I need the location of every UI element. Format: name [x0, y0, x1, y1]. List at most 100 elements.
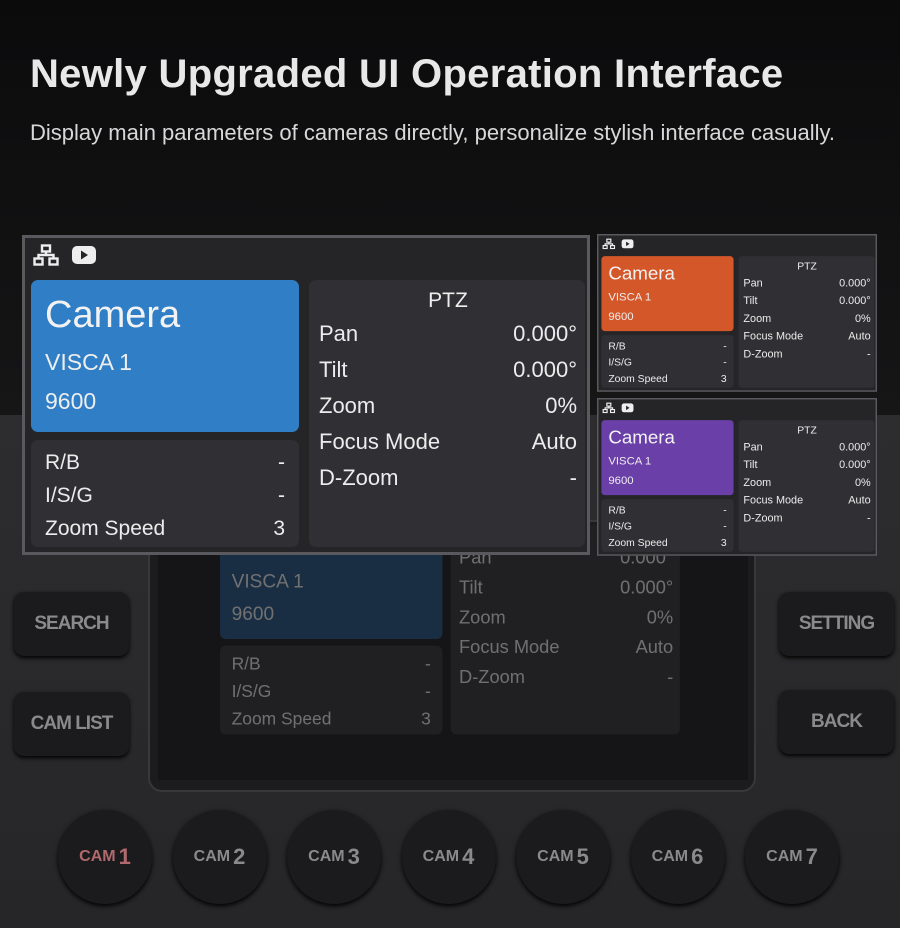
cam-5-button[interactable]: CAM 5 [516, 810, 610, 904]
ptz-row: Focus Mode Auto [743, 327, 870, 345]
ptz-title: PTZ [797, 260, 817, 272]
cam-number: 1 [118, 844, 131, 869]
page-title: Newly Upgraded UI Operation Interface [30, 52, 784, 96]
cam-6-button[interactable]: CAM 6 [630, 810, 725, 904]
ptz-value: Auto [848, 329, 871, 342]
camera-name: Camera [45, 294, 181, 336]
cam-4-button[interactable]: CAM 4 [401, 810, 496, 904]
cam-prefix: CAM [537, 848, 574, 865]
ptz-row: Zoom 0% [743, 309, 870, 327]
camera-name: Camera [608, 427, 675, 448]
ptz-value: 0% [646, 606, 674, 628]
param-value: - [723, 356, 727, 368]
camera-baud-rate: 9600 [45, 388, 97, 414]
ptz-value: 0.000° [513, 321, 577, 346]
param-label: R/B [231, 654, 261, 674]
cam-7-button[interactable]: CAM 7 [745, 810, 839, 904]
param-label: I/S/G [608, 520, 632, 532]
cam-3-button[interactable]: CAM 3 [287, 810, 381, 904]
ptz-value: - [667, 666, 674, 688]
param-row: R/B - [608, 338, 726, 354]
cam-list-button[interactable]: CAM LIST [14, 692, 129, 756]
ptz-box: PTZ Pan 0.000° Tilt 0.000° Zoom 0% Focus Mode Au… [738, 256, 875, 388]
ptz-value: Auto [531, 429, 577, 454]
param-value: - [723, 520, 727, 532]
device-screen: CameraVISCA 19600R/B-I/S/G-Zoom Speed3PT… [158, 525, 748, 780]
cam-number: 4 [462, 844, 475, 869]
setting-button[interactable]: SETTING [779, 592, 894, 656]
cam-prefix: CAM [308, 848, 345, 865]
param-value: - [723, 340, 727, 352]
ptz-row: D-Zoom - [743, 509, 870, 527]
camera-protocol: VISCA 1 [45, 349, 132, 375]
ptz-row: D-Zoom - [743, 345, 870, 363]
ptz-label: Tilt [743, 458, 758, 471]
camera-params-box: R/B - I/S/G - Zoom Speed 3 [601, 499, 734, 552]
param-value: - [723, 504, 727, 516]
ptz-label: Zoom [743, 475, 772, 489]
ptz-value: 0.000° [839, 276, 871, 289]
ptz-label: Focus Mode [459, 636, 560, 658]
network-icon [33, 243, 59, 271]
ptz-value: - [867, 511, 871, 524]
camera-params-box: R/B - I/S/G - Zoom Speed 3 [31, 440, 299, 547]
ptz-value: 0.000° [839, 458, 871, 471]
param-label: Zoom Speed [231, 709, 332, 729]
video-icon [621, 403, 634, 415]
page-subtitle: Display main parameters of cameras direc… [30, 120, 835, 145]
ptz-value: - [569, 465, 577, 490]
video-icon [71, 245, 97, 270]
camera-baud-rate: 9600 [608, 473, 634, 487]
camera-info-card[interactable]: Camera VISCA 1 9600 [31, 280, 299, 432]
ptz-label: Pan [743, 276, 763, 289]
param-label: Zoom Speed [608, 372, 668, 385]
cam-prefix: CAM [766, 848, 803, 865]
cam-prefix: CAM [193, 848, 231, 865]
param-value: 3 [421, 709, 431, 729]
param-row: I/S/G - [45, 479, 285, 512]
cam-1-button[interactable]: CAM 1 [58, 810, 152, 904]
param-label: I/S/G [608, 356, 632, 368]
ptz-label: Tilt [459, 576, 483, 598]
param-value: 3 [273, 516, 285, 540]
param-row: I/S/G - [608, 354, 726, 370]
camera-protocol: VISCA 1 [608, 290, 652, 304]
ptz-label: Zoom [319, 393, 376, 418]
param-label: R/B [608, 340, 626, 352]
camera-info-card[interactable]: Camera VISCA 1 9600 [601, 420, 734, 496]
param-row: Zoom Speed 3 [608, 535, 726, 551]
back-button[interactable]: BACK [779, 690, 894, 754]
ptz-value: 0.000° [513, 357, 577, 382]
ptz-label: Tilt [319, 357, 348, 382]
param-value: - [278, 450, 285, 474]
camera-params-box: R/B - I/S/G - Zoom Speed 3 [601, 335, 734, 388]
cam-prefix: CAM [422, 848, 460, 865]
camera-info-card[interactable]: Camera VISCA 1 9600 [601, 256, 734, 332]
ptz-row: Tilt 0.000° [459, 573, 673, 603]
network-icon [602, 238, 616, 251]
ptz-value: - [867, 347, 871, 360]
camera-params-box: R/B - I/S/G - Zoom Speed 3 [219, 645, 443, 735]
ptz-row: Tilt 0.000° [743, 456, 870, 474]
ptz-row: Zoom 0% [459, 603, 673, 633]
ptz-label: D-Zoom [743, 511, 783, 524]
ptz-row: D-Zoom - [459, 662, 673, 692]
param-label: R/B [45, 450, 81, 474]
cam-prefix: CAM [651, 848, 689, 865]
search-button[interactable]: SEARCH [14, 592, 129, 656]
ptz-row: Focus Mode Auto [743, 491, 870, 509]
cam-2-button[interactable]: CAM 2 [172, 810, 267, 904]
param-value: 3 [720, 536, 727, 549]
ptz-row: Pan 0.000° [319, 316, 577, 352]
ptz-row: Zoom 0% [319, 388, 577, 424]
cam-prefix: CAM [79, 848, 116, 865]
camera-status-panel: CameraVISCA 19600R/B-I/S/G-Zoom Speed3PT… [215, 525, 686, 744]
ptz-label: Zoom [743, 311, 772, 325]
ptz-value: 0% [854, 311, 871, 325]
camera-protocol: VISCA 1 [608, 454, 652, 468]
param-row: R/B - [608, 502, 726, 518]
ptz-row: Pan 0.000° [743, 438, 870, 456]
ptz-value: 0.000° [620, 576, 674, 598]
ptz-title: PTZ [797, 424, 817, 436]
param-label: I/S/G [231, 681, 272, 701]
